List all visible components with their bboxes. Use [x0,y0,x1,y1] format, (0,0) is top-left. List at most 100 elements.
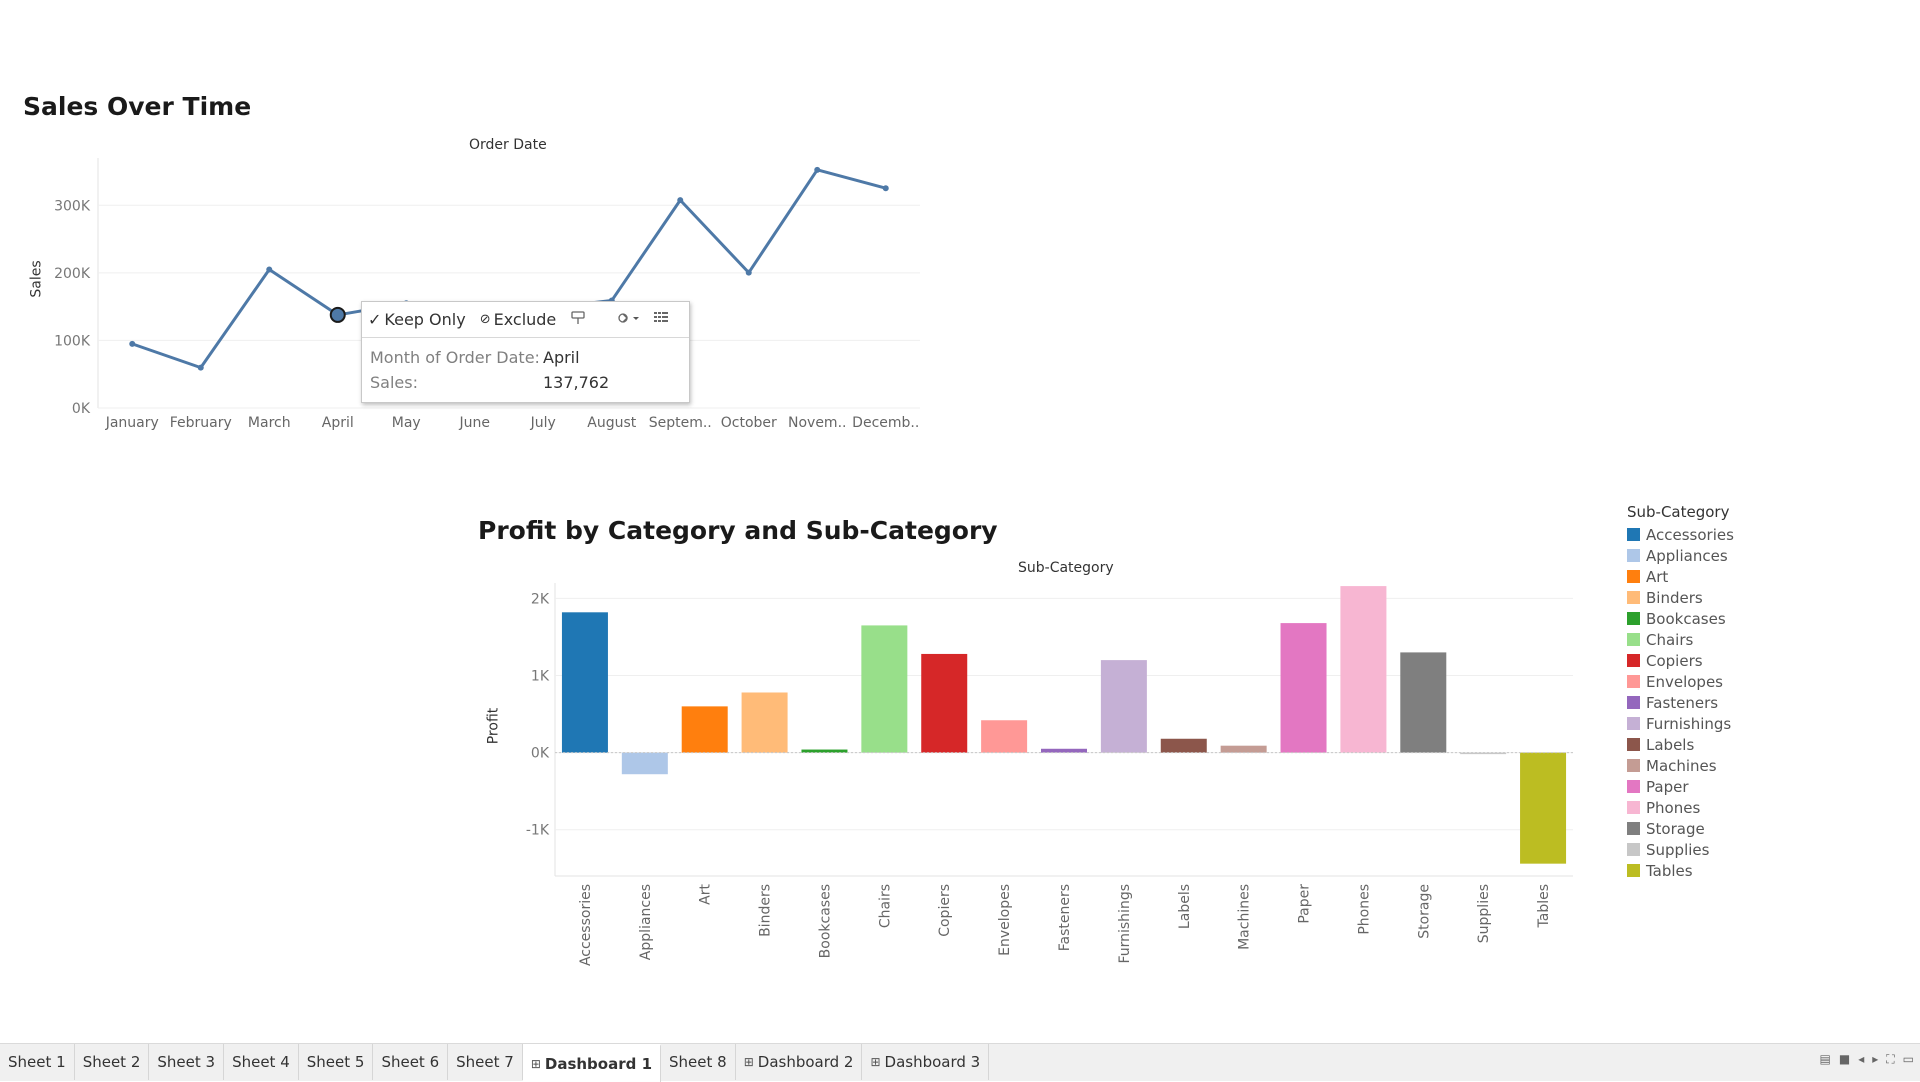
legend-item[interactable]: Envelopes [1627,671,1734,692]
check-icon: ✓ [368,310,382,329]
legend-label: Fasteners [1646,693,1719,712]
show-tabs-icon[interactable]: ■ [1839,1052,1850,1067]
sales-y-tick-label: 200K [54,266,91,282]
view-data-icon[interactable] [654,311,669,328]
legend-item[interactable]: Appliances [1627,545,1734,566]
presentation-icon[interactable]: ▭ [1903,1052,1914,1067]
profit-bar[interactable] [1520,752,1567,864]
sheet-tab[interactable]: Sheet 6 [373,1044,449,1080]
sales-x-tick-label: Septem.. [649,415,712,431]
legend-item[interactable]: Storage [1627,818,1734,839]
profit-bar[interactable] [1220,745,1267,753]
sales-data-point[interactable] [677,197,684,204]
sales-data-point[interactable] [745,269,752,276]
legend-item[interactable]: Copiers [1627,650,1734,671]
keep-only-label: Keep Only [384,310,466,329]
fullscreen-icon[interactable]: ⛶ [1886,1052,1894,1067]
sheet-tab[interactable]: Sheet 2 [75,1044,150,1080]
sheet-tab-label: Dashboard 1 [544,1055,653,1073]
legend-label: Paper [1646,777,1689,796]
sheet-tab[interactable]: ⊞ Dashboard 3 [862,1044,990,1080]
profit-bar[interactable] [741,692,788,753]
legend-swatch [1627,717,1640,730]
sales-data-point[interactable] [129,340,136,347]
profit-bar[interactable] [1340,586,1387,753]
sales-y-tick-label: 100K [54,333,91,349]
sales-data-point[interactable] [266,266,273,273]
legend-label: Machines [1646,756,1717,775]
profit-y-tick-label: 2K [531,591,550,607]
sheet-tab[interactable]: ⊞ Dashboard 1 [522,1044,662,1082]
sales-x-tick-label: April [322,415,354,431]
sheet-tab-label: Sheet 2 [82,1053,141,1071]
profit-bar[interactable] [921,653,968,753]
profit-bar[interactable] [1100,660,1147,753]
sales-x-tick-label: February [170,415,232,431]
legend-item[interactable]: Labels [1627,734,1734,755]
legend-label: Accessories [1646,525,1734,544]
exclude-label: Exclude [493,310,557,329]
sheet-tab-label: Sheet 3 [157,1053,216,1071]
sheet-tab-label: Sheet 4 [232,1053,290,1071]
sheet-tab[interactable]: Sheet 8 [661,1044,736,1080]
profit-bar[interactable] [561,612,608,753]
profit-y-tick-label: 1K [531,669,550,685]
sheet-tab[interactable]: Sheet 3 [149,1044,225,1080]
profit-bar[interactable] [801,749,848,753]
legend-swatch [1627,528,1640,541]
sales-data-point[interactable] [197,364,204,371]
sales-data-point[interactable] [882,185,889,192]
legend-item[interactable]: Bookcases [1627,608,1734,629]
sales-line-chart[interactable]: 0K100K200K300KJanuary February March April M… [0,0,1920,440]
show-filmstrip-icon[interactable]: ▤ [1820,1052,1831,1067]
legend-label: Storage [1646,819,1705,838]
legend-item[interactable]: Paper [1627,776,1734,797]
legend-swatch [1627,675,1640,688]
profit-bar[interactable] [1160,738,1207,753]
sales-data-point[interactable] [814,166,821,173]
exclude-button[interactable]: ⊘ Exclude [480,310,557,329]
profit-x-tick-label: Furnishings [1117,884,1133,964]
legend-item[interactable]: Chairs [1627,629,1734,650]
profit-bar[interactable] [861,625,908,753]
sheet-tab-label: Sheet 5 [306,1053,365,1071]
profit-bar[interactable] [1041,748,1087,753]
profit-bar[interactable] [1280,623,1327,753]
group-icon[interactable] [618,311,640,329]
legend-item[interactable]: Fasteners [1627,692,1734,713]
legend-label: Bookcases [1646,609,1726,628]
sheet-tab[interactable]: Sheet 1 [0,1044,75,1080]
legend-label: Phones [1646,798,1701,817]
legend-item[interactable]: Furnishings [1627,713,1734,734]
legend-item[interactable]: Supplies [1627,839,1734,860]
legend-item[interactable]: Machines [1627,755,1734,776]
profit-x-tick-label: Accessories [578,884,594,966]
profit-bar[interactable] [981,720,1028,753]
legend-item[interactable]: Binders [1627,587,1734,608]
legend-item[interactable]: Tables [1627,860,1734,881]
legend-item[interactable]: Art [1627,566,1734,587]
sheet-tab[interactable]: Sheet 5 [299,1044,374,1080]
legend-item[interactable]: Phones [1627,797,1734,818]
profit-x-tick-label: Fasteners [1057,884,1073,951]
profit-x-tick-label: Binders [758,884,774,937]
keep-only-button[interactable]: ✓ Keep Only [368,310,466,329]
legend-swatch [1627,612,1640,625]
next-sheet-icon[interactable]: ▸ [1872,1052,1878,1067]
legend-swatch [1627,843,1640,856]
profit-bar[interactable] [1400,652,1447,753]
legend-item[interactable]: Accessories [1627,524,1734,545]
profit-y-axis-label: Profit [485,707,502,745]
sheet-tab[interactable]: Sheet 7 [448,1044,523,1080]
legend-label: Supplies [1646,840,1710,859]
sales-highlighted-point[interactable] [329,306,346,323]
sheet-tab[interactable]: ⊞ Dashboard 2 [736,1044,863,1080]
sales-y-tick-label: 300K [54,198,91,214]
profit-bar[interactable] [621,752,668,775]
profit-bar[interactable] [681,706,728,753]
sheet-tab[interactable]: Sheet 4 [224,1044,299,1080]
pin-icon[interactable] [570,310,586,330]
prev-sheet-icon[interactable]: ◂ [1858,1052,1864,1067]
legend-swatch [1627,549,1640,562]
profit-bar[interactable] [1460,752,1507,755]
